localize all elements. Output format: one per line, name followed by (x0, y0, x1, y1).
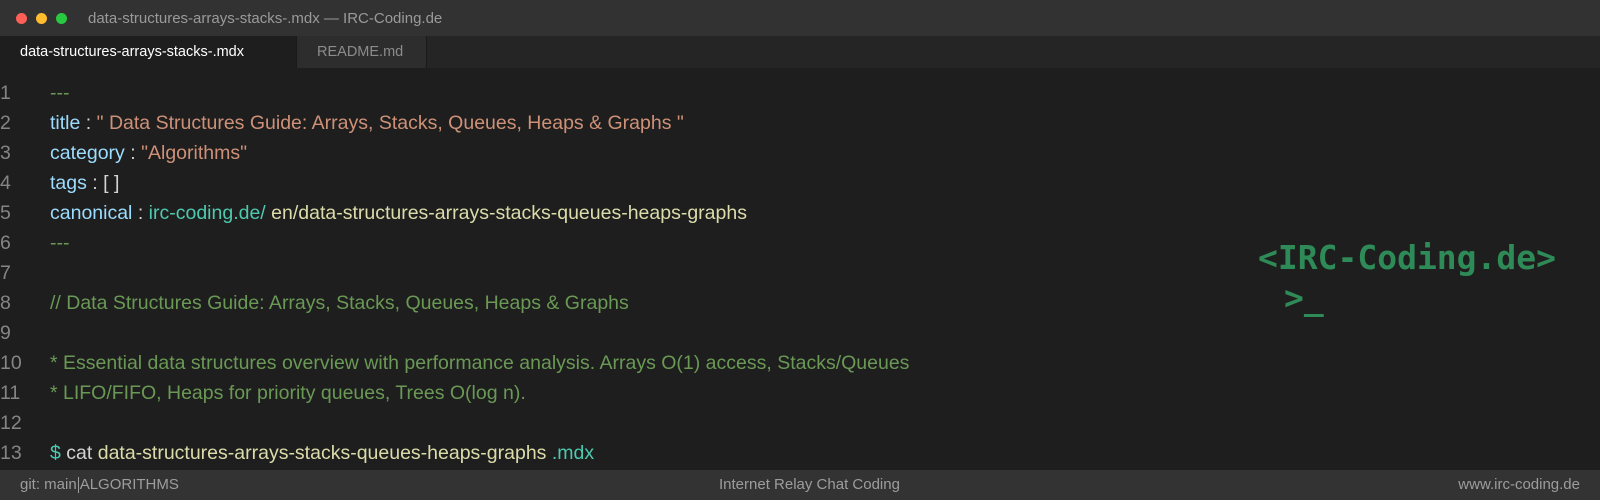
code-line: 6 --- (0, 228, 1220, 258)
separator: : (85, 112, 92, 134)
minimize-window-button[interactable] (36, 13, 47, 24)
separator: : (92, 172, 98, 194)
separator: : (130, 142, 136, 164)
logo-text: <IRC-Coding.de> (1258, 238, 1557, 277)
status-divider (77, 477, 79, 494)
command-file: data-structures-arrays-stacks-queues-hea… (97, 442, 547, 464)
code-line: 3 category : "Algorithms" (0, 138, 1220, 168)
code-line: 5 canonical : irc-coding.de/ en/data-str… (0, 198, 1220, 228)
line-number: 5 (0, 202, 11, 224)
comment-line: // Data Structures Guide: Arrays, Stacks… (50, 292, 629, 314)
logo-prompt: >_ (1284, 278, 1324, 317)
close-window-button[interactable] (16, 13, 27, 24)
tab-readme[interactable]: README.md (297, 36, 427, 68)
line-number: 4 (0, 172, 11, 194)
canonical-domain: irc-coding.de/ (148, 202, 266, 224)
line-number: 8 (0, 292, 11, 314)
git-branch: git: main (20, 476, 77, 493)
tab-mdx-file[interactable]: data-structures-arrays-stacks-.mdx (0, 36, 297, 68)
canonical-key: canonical (50, 202, 133, 224)
code-line: 2 title : " Data Structures Guide: Array… (0, 108, 1220, 138)
status-bar: git: main ALGORITHMS Internet Relay Chat … (0, 470, 1600, 500)
frontmatter-delimiter: --- (50, 82, 70, 104)
title-value: " Data Structures Guide: Arrays, Stacks,… (96, 112, 684, 134)
window-title: data-structures-arrays-stacks-.mdx — IRC… (88, 10, 443, 27)
category-value: "Algorithms" (141, 142, 248, 164)
line-number: 9 (0, 322, 11, 344)
status-center-text: Internet Relay Chat Coding (719, 476, 900, 493)
git-status[interactable]: git: main ALGORITHMS (20, 470, 179, 500)
line-number: 10 (0, 352, 22, 374)
tags-value: [ ] (103, 172, 120, 194)
description-line: * Essential data structures overview wit… (50, 352, 910, 374)
line-number: 1 (0, 82, 11, 104)
line-number: 12 (0, 412, 22, 434)
maximize-window-button[interactable] (56, 13, 67, 24)
code-line: 13 $ cat data-structures-arrays-stacks-q… (0, 438, 1220, 468)
tab-bar: data-structures-arrays-stacks-.mdx READM… (0, 36, 1600, 68)
command: cat (66, 442, 93, 464)
title-key: title (50, 112, 81, 134)
line-number: 2 (0, 112, 11, 134)
code-line: 10 * Essential data structures overview … (0, 348, 1220, 378)
line-number: 6 (0, 232, 11, 254)
code-line: 7 (0, 258, 1220, 288)
line-number: 11 (0, 382, 21, 404)
category-key: category (50, 142, 125, 164)
code-line: 11 * LIFO/FIFO, Heaps for priority queue… (0, 378, 1220, 408)
tags-key: tags (50, 172, 87, 194)
frontmatter-delimiter: --- (50, 232, 70, 254)
line-number: 3 (0, 142, 11, 164)
website-link[interactable]: www.irc-coding.de (1458, 470, 1580, 500)
code-line: 12 (0, 408, 1220, 438)
prompt-symbol: $ (50, 442, 61, 464)
irc-coding-logo: <IRC-Coding.de> >_ (1258, 238, 1556, 318)
canonical-path: en/data-structures-arrays-stacks-queues-… (271, 202, 747, 224)
code-line: 1 --- (0, 78, 1220, 108)
line-number: 7 (0, 262, 11, 284)
separator: : (137, 202, 144, 224)
title-bar: data-structures-arrays-stacks-.mdx — IRC… (0, 0, 1600, 36)
code-line: 9 (0, 318, 1220, 348)
command-extension: .mdx (551, 442, 595, 464)
description-line: * LIFO/FIFO, Heaps for priority queues, … (50, 382, 526, 404)
code-line: 8 // Data Structures Guide: Arrays, Stac… (0, 288, 1220, 318)
line-number: 13 (0, 442, 22, 464)
category-label: ALGORITHMS (79, 476, 179, 493)
code-line: 4 tags : [ ] (0, 168, 1220, 198)
